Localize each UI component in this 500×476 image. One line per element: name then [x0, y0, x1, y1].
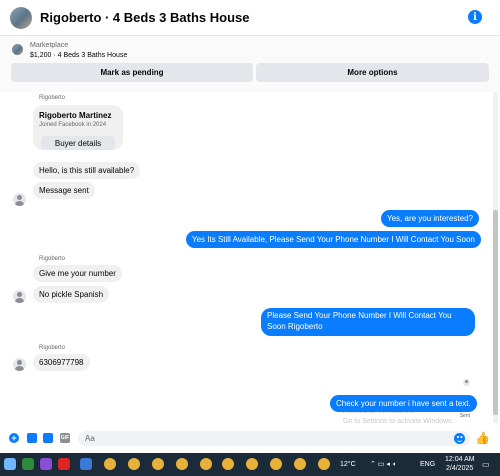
clock-date[interactable]: 2/4/2025: [446, 465, 473, 472]
listing-thumbnail[interactable]: [10, 6, 32, 29]
sender-avatar[interactable]: [13, 193, 26, 206]
sender-avatar[interactable]: [13, 358, 26, 371]
chrome-icon[interactable]: [104, 458, 116, 470]
chrome-icon[interactable]: [152, 458, 164, 470]
mark-as-pending-button[interactable]: Mark as pending: [11, 63, 253, 82]
system-tray-icons[interactable]: ⌃ ▭ ◂ ◖: [370, 460, 396, 468]
image-icon[interactable]: [27, 433, 37, 443]
incoming-message: Give me your number: [33, 265, 122, 282]
seen-avatar-icon: [463, 379, 470, 386]
outgoing-message: Yes, are you interested?: [381, 210, 479, 227]
windows-taskbar: 12°C ⌃ ▭ ◂ ◖ ENG 12:04 AM 2/4/2025 ▭: [0, 453, 500, 476]
incoming-message: No pickle Spanish: [33, 286, 110, 303]
gif-icon[interactable]: GIF: [60, 433, 70, 443]
listing-description[interactable]: $1,200 · 4 Beds 3 Baths House: [30, 52, 127, 59]
chrome-icon[interactable]: [318, 458, 330, 470]
chrome-icon[interactable]: [128, 458, 140, 470]
notification-icon[interactable]: ▭: [482, 460, 490, 469]
emoji-icon[interactable]: [454, 433, 465, 444]
buyer-profile-card: Rigoberto Martinez Joined Facebook in 20…: [33, 105, 123, 150]
listing-small-thumbnail[interactable]: [12, 44, 23, 55]
weather-temp[interactable]: 12°C: [340, 461, 356, 468]
marketplace-label: Marketplace: [30, 42, 69, 49]
outgoing-message: Yes Its Still Available, Please Send You…: [186, 231, 481, 248]
youtube-icon[interactable]: [58, 458, 70, 470]
app-icon[interactable]: [80, 458, 92, 470]
messenger-window: Rigoberto · 4 Beds 3 Baths House i Marke…: [0, 0, 500, 476]
sender-name: Rigoberto: [39, 256, 66, 262]
chrome-icon[interactable]: [294, 458, 306, 470]
chrome-icon[interactable]: [270, 458, 282, 470]
chrome-icon[interactable]: [222, 458, 234, 470]
more-options-button[interactable]: More options: [256, 63, 489, 82]
sender-name: Rigoberto: [39, 95, 66, 101]
scrollbar-thumb[interactable]: [493, 210, 498, 415]
thumbs-up-icon[interactable]: 👍: [475, 432, 490, 444]
chat-scrollbar[interactable]: [493, 92, 498, 423]
sender-avatar[interactable]: [13, 290, 26, 303]
chrome-icon[interactable]: [246, 458, 258, 470]
buyer-joined-date: Joined Facebook in 2024: [39, 122, 107, 128]
start-icon[interactable]: [4, 458, 16, 470]
language-indicator[interactable]: ENG: [420, 461, 435, 468]
incoming-message: Message sent: [33, 182, 95, 199]
conversation-header: Rigoberto · 4 Beds 3 Baths House i: [0, 0, 500, 36]
message-thread[interactable]: Rigoberto Rigoberto Martinez Joined Face…: [0, 92, 500, 425]
plus-icon[interactable]: +: [9, 433, 19, 443]
buyer-details-button[interactable]: Buyer details: [41, 136, 115, 150]
conversation-title[interactable]: Rigoberto · 4 Beds 3 Baths House: [40, 10, 249, 25]
app-icon[interactable]: [40, 458, 52, 470]
incoming-message: Hello, is this still available?: [33, 162, 141, 179]
sent-status: Sent: [459, 413, 470, 419]
chrome-icon[interactable]: [200, 458, 212, 470]
app-icon[interactable]: [22, 458, 34, 470]
chrome-icon[interactable]: [176, 458, 188, 470]
incoming-message: 6306977798: [33, 354, 90, 371]
message-input[interactable]: Aa: [78, 431, 470, 446]
outgoing-message: Please Send Your Phone Number I Will Con…: [261, 308, 475, 336]
clock-time[interactable]: 12:04 AM: [445, 456, 475, 463]
buyer-name: Rigoberto Martinez: [39, 111, 112, 120]
sender-name: Rigoberto: [39, 345, 66, 351]
info-icon[interactable]: i: [468, 10, 482, 24]
message-composer: + GIF Aa 👍: [0, 423, 500, 453]
sticker-icon[interactable]: [43, 433, 53, 443]
outgoing-message: Check your number i have sent a text.: [330, 395, 477, 412]
